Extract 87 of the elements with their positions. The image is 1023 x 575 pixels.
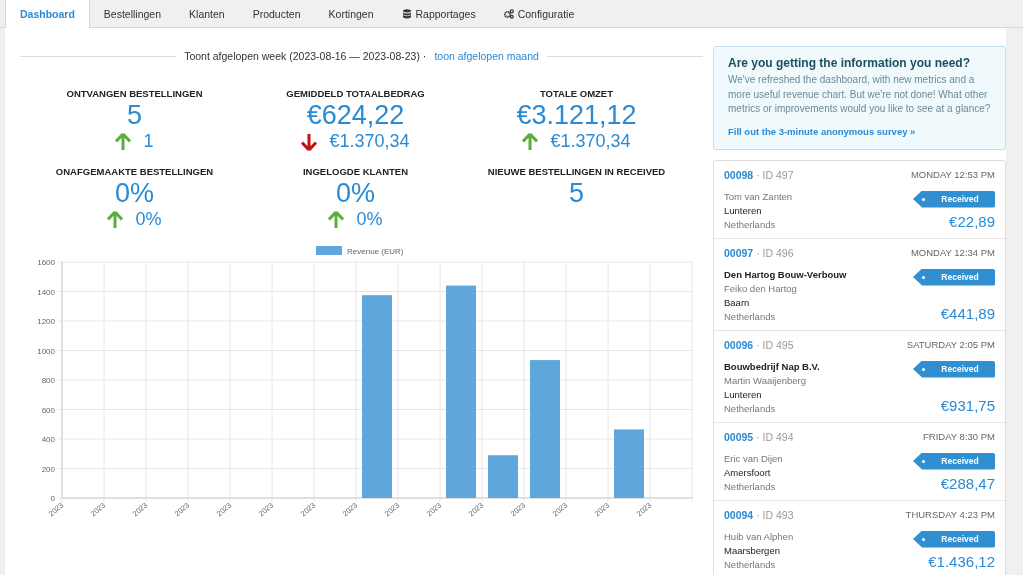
country: Netherlands [724, 402, 777, 414]
order-total: €22,89 [949, 212, 995, 230]
city: Amersfoort [724, 466, 772, 478]
metric-change: €1.370,34 [329, 131, 410, 152]
y-tick-label: 1600 [37, 258, 55, 267]
status-tag: Received [913, 530, 995, 548]
nav-tab[interactable]: Configuratie [489, 0, 589, 27]
metric-change: 0% [135, 209, 162, 230]
status-tag: Received [913, 360, 995, 378]
y-tick-label: 1400 [37, 287, 55, 297]
order-time: SATURDAY 2:05 PM [906, 338, 995, 351]
order-id: · ID 495 [756, 338, 794, 351]
order-time: MONDAY 12:53 PM [910, 168, 995, 181]
metric-value: 5 [127, 99, 142, 131]
nav-tab[interactable]: Producten [238, 0, 315, 27]
metric-change: 1 [143, 131, 154, 152]
order-total: €288,47 [940, 474, 995, 492]
order-number-link[interactable]: 00094 [724, 508, 754, 521]
chart-legend[interactable]: Revenue (EUR) [316, 246, 404, 256]
survey-text: We've refreshed the dashboard, with new metrics and a more useful revenue chart. But we're not done! What other metrics or improvements would you like to see at a glance? [728, 73, 991, 116]
country: Netherlands [724, 558, 777, 570]
status-tag: Received [913, 452, 995, 470]
order-time: THURSDAY 4:23 PM [905, 508, 995, 521]
metric-label: ONAFGEMAAKTE BESTELLINGEN [55, 166, 214, 177]
contact-name: Eric van Dijen [724, 452, 783, 464]
y-tick-label: 0 [50, 494, 55, 503]
y-tick-label: 600 [41, 405, 55, 415]
metric-label: ONTVANGEN BESTELLINGEN [66, 88, 203, 99]
company-name: Den Hartog Bouw-Verbouw [724, 268, 847, 280]
metric-change: €1.370,34 [550, 131, 631, 152]
order-total: €931,75 [940, 396, 995, 414]
order-id: · ID 496 [756, 246, 794, 259]
order-id: · ID 494 [756, 430, 794, 443]
nav-tab[interactable]: Klanten [175, 0, 239, 27]
survey-link[interactable]: Fill out the 3-minute anonymous survey » [728, 125, 916, 137]
revenue-bar [488, 455, 518, 498]
city: Lunteren [724, 204, 763, 216]
order-time: FRIDAY 8:30 PM [923, 430, 995, 443]
city: Lunteren [724, 388, 763, 400]
database-icon [401, 8, 412, 19]
revenue-bar [614, 429, 644, 498]
order-number-link[interactable]: 00096 [724, 338, 754, 351]
period-link[interactable]: toon afgelopen maand [434, 50, 539, 62]
metric-value: 0% [336, 177, 375, 209]
order-number-link[interactable]: 00098 [724, 168, 754, 181]
city: Maarsbergen [724, 544, 781, 556]
y-tick-label: 400 [41, 435, 55, 444]
metric-value: €3.121,12 [516, 99, 637, 131]
metric-value: 5 [569, 177, 584, 209]
country: Netherlands [724, 218, 777, 230]
metric-label: GEMIDDELD TOTAALBEDRAG [286, 88, 425, 99]
order-id: · ID 493 [756, 508, 794, 521]
order-time: MONDAY 12:34 PM [910, 246, 995, 259]
metric-change: 0% [356, 209, 383, 230]
order-number-link[interactable]: 00095 [724, 430, 754, 443]
contact-name: Tom van Zanten [724, 190, 793, 202]
nav-tab[interactable]: Dashboard [5, 0, 90, 28]
nav-tab[interactable]: Kortingen [314, 0, 388, 27]
contact-name: Huib van Alphen [724, 530, 794, 542]
metric-value: 0% [115, 177, 154, 209]
status-tag: Received [913, 268, 995, 286]
order-id: · ID 497 [756, 168, 794, 181]
order-total: €441,89 [940, 304, 995, 322]
y-tick-label: 200 [41, 464, 55, 474]
city: Baarn [724, 296, 751, 308]
nav-tab[interactable]: Bestellingen [89, 0, 176, 27]
metric-label: INGELOGDE KLANTEN [303, 166, 408, 177]
nav-tab[interactable]: Rapportages [387, 0, 490, 27]
metric-label: NIEUWE BESTELLINGEN IN RECEIVED [487, 166, 666, 177]
scrollbar-track[interactable] [1006, 28, 1023, 575]
metric-value: €624,22 [306, 99, 405, 131]
y-tick-label: 1200 [37, 317, 55, 326]
country: Netherlands [724, 310, 777, 322]
legend-label: Revenue (EUR) [347, 247, 404, 256]
country: Netherlands [724, 480, 777, 492]
contact-name: Feiko den Hartog [724, 282, 798, 294]
metric-label: TOTALE OMZET [540, 88, 613, 99]
survey-title: Are you getting the information you need? [728, 56, 971, 70]
status-tag: Received [913, 190, 995, 208]
y-tick-label: 1000 [37, 346, 55, 356]
order-number-link[interactable]: 00097 [724, 246, 754, 259]
order-total: €1.436,12 [928, 552, 995, 570]
company-name: Bouwbedrijf Nap B.V. [724, 360, 820, 372]
contact-name: Martin Waaijenberg [724, 374, 808, 386]
gears-icon [503, 8, 514, 19]
period-text: Toont afgelopen week (2023-08-16 — 2023-08-23) · [184, 50, 427, 62]
y-tick-label: 800 [41, 376, 55, 385]
